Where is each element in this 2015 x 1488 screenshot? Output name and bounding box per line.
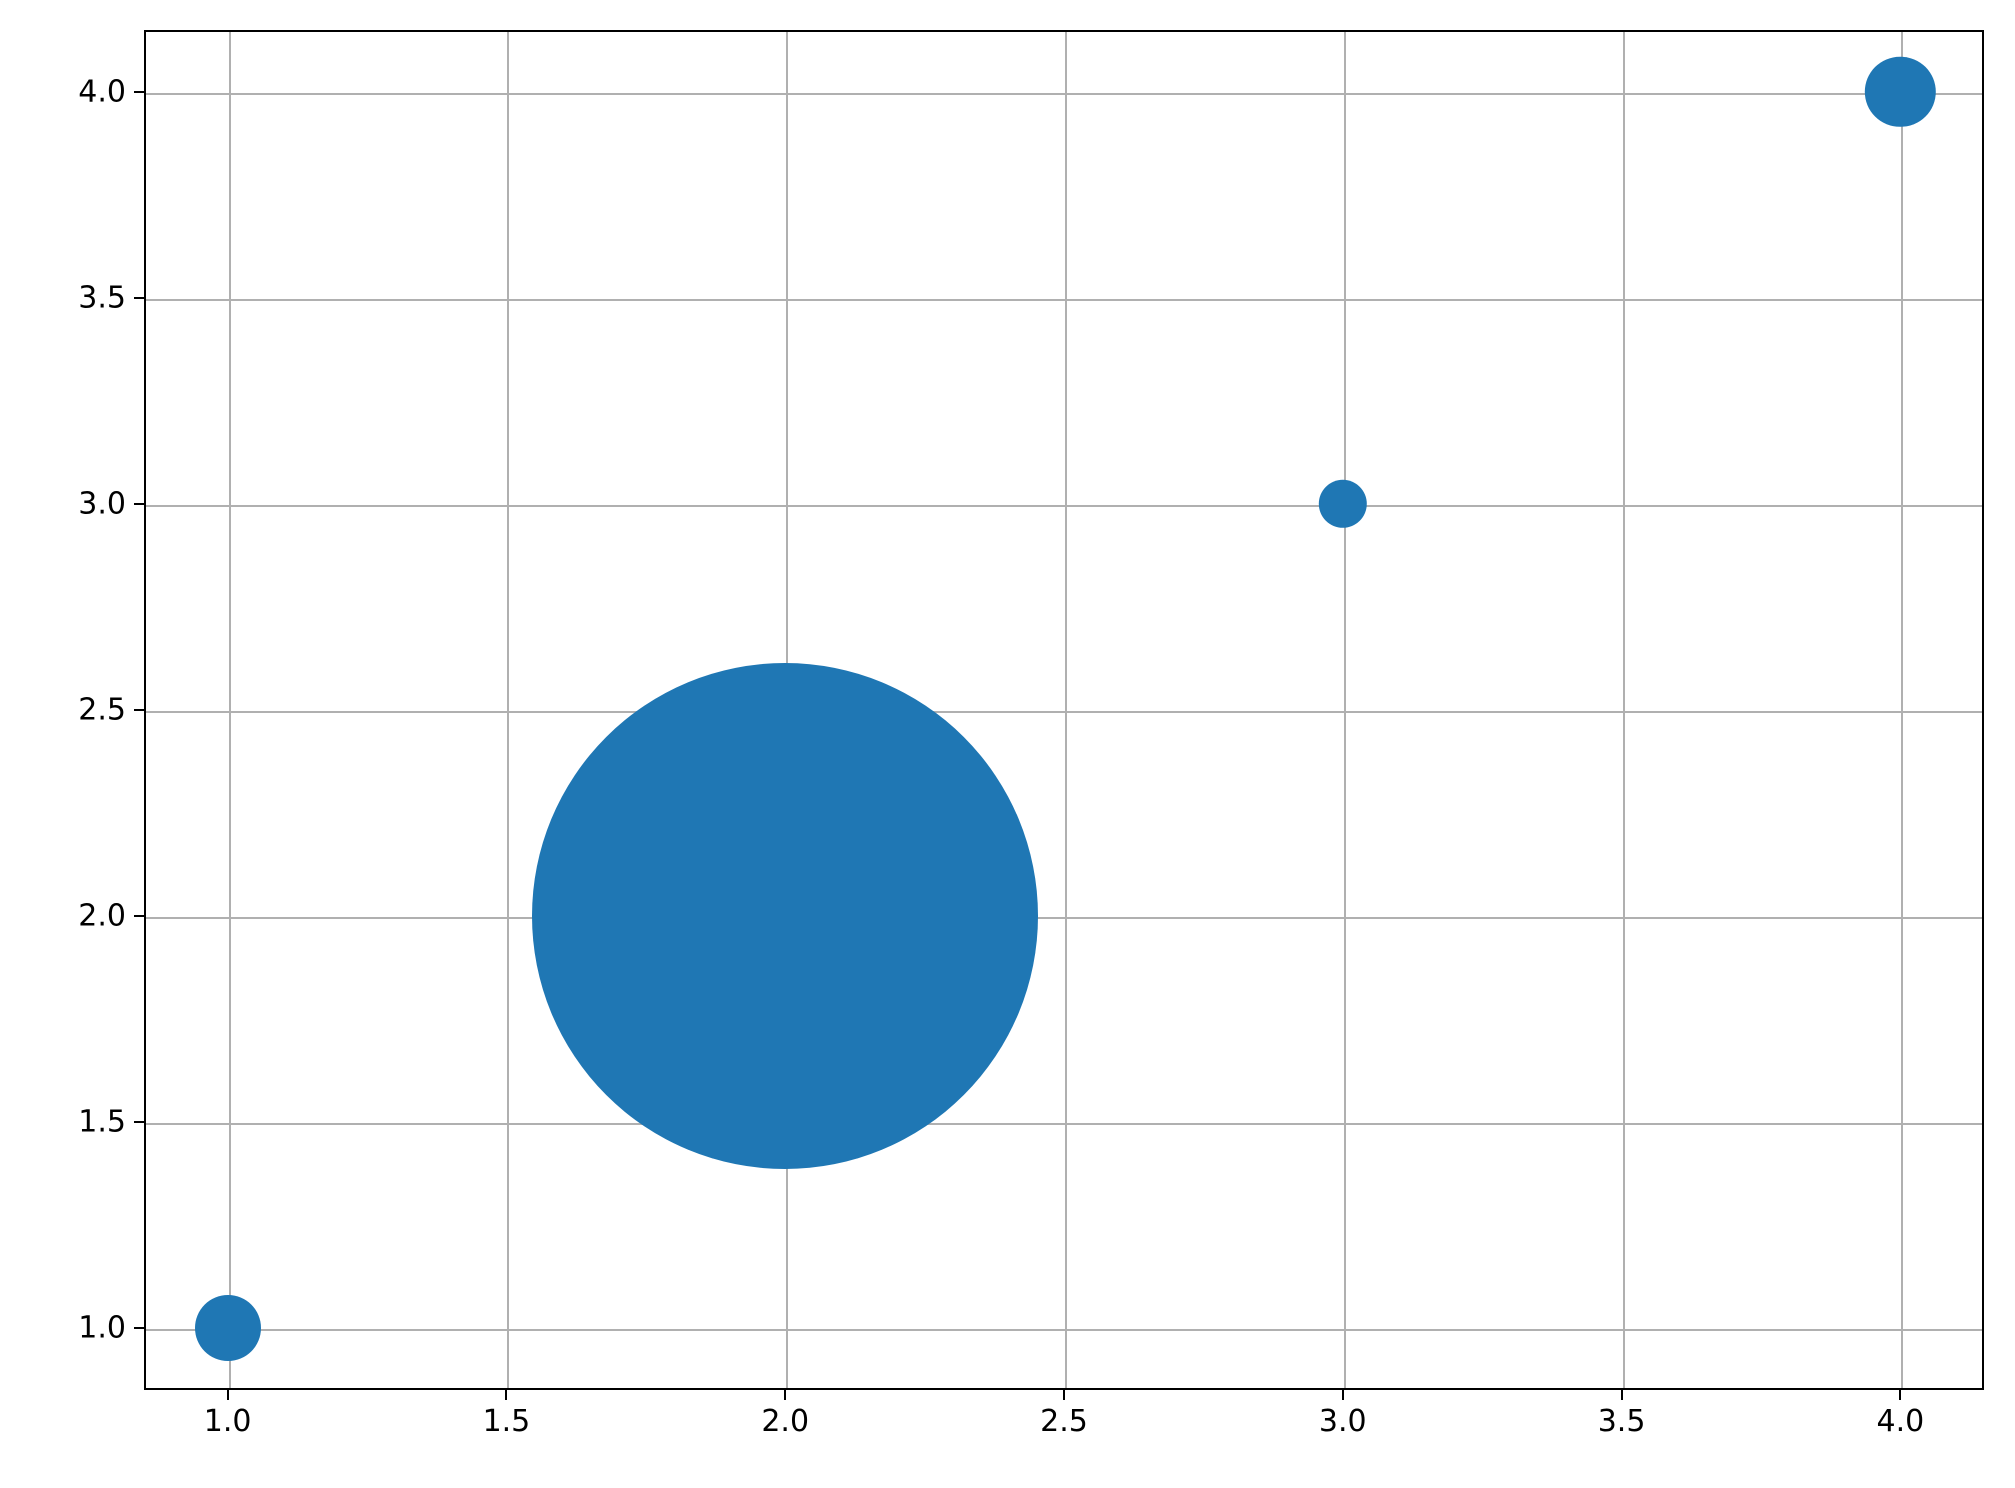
grid-line-vertical <box>229 32 231 1388</box>
x-tick-label: 1.0 <box>204 1404 252 1439</box>
grid-line-horizontal <box>146 93 1982 95</box>
grid-line-horizontal <box>146 1123 1982 1125</box>
data-point <box>532 663 1038 1169</box>
y-tick-label: 1.5 <box>78 1105 126 1140</box>
y-tick-mark <box>134 297 144 299</box>
x-tick-mark <box>1621 1390 1623 1400</box>
x-tick-mark <box>227 1390 229 1400</box>
x-tick-mark <box>1063 1390 1065 1400</box>
y-tick-label: 2.0 <box>78 899 126 934</box>
y-tick-mark <box>134 503 144 505</box>
grid-line-horizontal <box>146 299 1982 301</box>
grid-line-horizontal <box>146 505 1982 507</box>
x-tick-mark <box>505 1390 507 1400</box>
y-tick-mark <box>134 915 144 917</box>
y-tick-mark <box>134 709 144 711</box>
y-tick-label: 2.5 <box>78 693 126 728</box>
grid-line-horizontal <box>146 1329 1982 1331</box>
grid-line-vertical <box>1344 32 1346 1388</box>
grid-line-vertical <box>507 32 509 1388</box>
x-tick-label: 2.5 <box>1040 1404 1088 1439</box>
y-tick-label: 1.0 <box>78 1311 126 1346</box>
y-tick-label: 3.0 <box>78 486 126 521</box>
data-point <box>195 1295 261 1361</box>
x-tick-label: 3.5 <box>1598 1404 1646 1439</box>
y-tick-label: 3.5 <box>78 280 126 315</box>
grid-line-vertical <box>1065 32 1067 1388</box>
grid-line-horizontal <box>146 711 1982 713</box>
y-tick-mark <box>134 1121 144 1123</box>
y-tick-label: 4.0 <box>78 74 126 109</box>
grid-line-vertical <box>1623 32 1625 1388</box>
y-tick-mark <box>134 91 144 93</box>
x-tick-label: 2.0 <box>761 1404 809 1439</box>
x-tick-mark <box>1342 1390 1344 1400</box>
x-tick-label: 4.0 <box>1877 1404 1925 1439</box>
x-tick-label: 3.0 <box>1319 1404 1367 1439</box>
x-tick-mark <box>1899 1390 1901 1400</box>
chart-container: 1.0 1.5 2.0 2.5 3.0 3.5 4.0 1.0 1.5 2.0 2.5 3.0 3.5 4… <box>0 0 2015 1488</box>
y-tick-mark <box>134 1327 144 1329</box>
grid-line-horizontal <box>146 917 1982 919</box>
x-tick-label: 1.5 <box>483 1404 531 1439</box>
grid-line-vertical <box>1901 32 1903 1388</box>
plot-area <box>144 30 1984 1390</box>
x-tick-mark <box>784 1390 786 1400</box>
